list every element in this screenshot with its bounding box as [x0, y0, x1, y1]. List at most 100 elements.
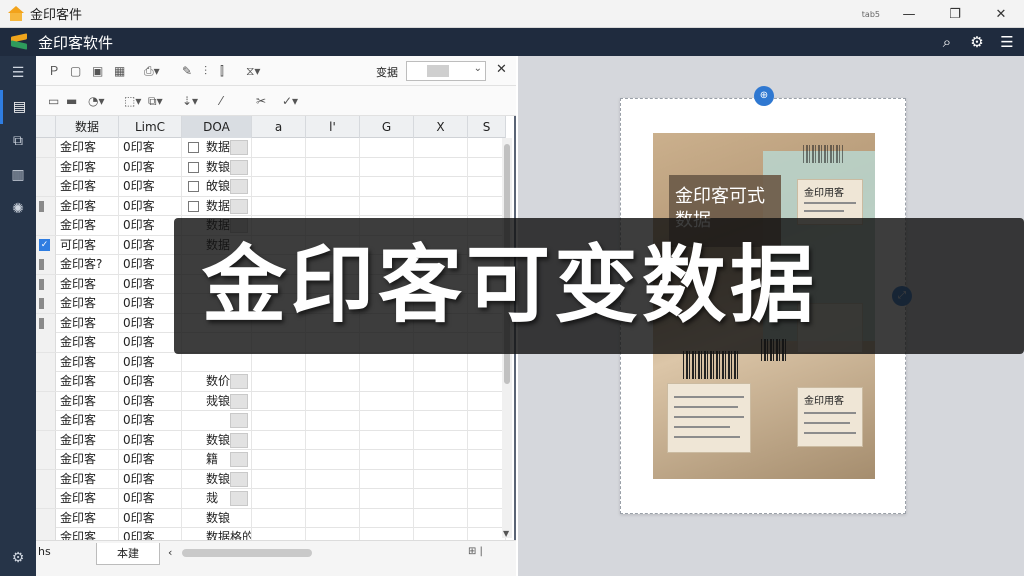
table-row[interactable]: 金印客0印客 — [36, 411, 506, 431]
column-header[interactable]: DOA — [182, 116, 252, 138]
row-selector[interactable] — [36, 196, 56, 216]
table-cell[interactable] — [252, 138, 306, 157]
table-cell[interactable]: 金印客 — [56, 391, 119, 411]
table-cell[interactable] — [252, 489, 306, 508]
color-wheel-icon[interactable]: ◔▾ — [88, 93, 105, 109]
table-cell[interactable] — [468, 411, 506, 430]
table-cell[interactable] — [360, 157, 414, 177]
row-checkbox[interactable] — [188, 200, 199, 212]
table-cell[interactable] — [306, 157, 360, 177]
table-cell[interactable] — [468, 372, 506, 391]
table-cell[interactable] — [360, 450, 414, 469]
tools-icon[interactable]: ✂ — [256, 93, 266, 109]
table-cell[interactable] — [414, 391, 468, 411]
table-cell[interactable] — [414, 352, 468, 372]
row-selector[interactable] — [36, 508, 56, 528]
table-cell[interactable] — [414, 196, 468, 216]
table-cell[interactable] — [252, 469, 306, 489]
check-icon[interactable]: ✓▾ — [282, 93, 298, 109]
row-checkbox[interactable] — [188, 181, 199, 192]
search-icon[interactable]: ⌕ — [938, 33, 956, 51]
table-cell[interactable]: 0印客 — [119, 138, 182, 157]
table-cell[interactable]: 0印客 — [119, 157, 182, 177]
table-cell[interactable] — [252, 411, 306, 430]
table-row[interactable]: 金印客 0印客 敀锒 — [36, 177, 506, 197]
table-cell[interactable] — [252, 391, 306, 411]
table-cell[interactable] — [360, 508, 414, 528]
table-cell[interactable] — [414, 138, 468, 157]
table-cell[interactable]: 金印客 — [56, 138, 119, 157]
rotate-handle-icon[interactable]: ⊕ — [754, 86, 774, 106]
row-selector[interactable] — [36, 372, 56, 391]
row-checkbox[interactable] — [188, 142, 199, 153]
close-button[interactable]: ✕ — [978, 0, 1024, 28]
table-row[interactable]: 金印客 0印客 烖锒 — [36, 391, 506, 411]
column-header[interactable]: l' — [306, 116, 360, 138]
row-selector[interactable] — [36, 294, 56, 313]
table-cell[interactable] — [306, 391, 360, 411]
sort-icon[interactable]: ⇣▾ — [182, 93, 198, 109]
table-cell[interactable]: 金印客 — [56, 333, 119, 352]
table-cell[interactable]: 0印客 — [119, 333, 182, 352]
table-cell[interactable]: 金印客 — [56, 274, 119, 294]
data-card[interactable]: 金印用客 — [797, 387, 863, 447]
fill-icon[interactable]: ▬ — [66, 93, 77, 109]
table-cell[interactable] — [468, 430, 506, 450]
table-cell[interactable] — [360, 469, 414, 489]
table-cell[interactable] — [414, 157, 468, 177]
table-cell[interactable]: 金印客 — [56, 411, 119, 430]
table-cell[interactable] — [360, 489, 414, 508]
table-cell[interactable]: 金印客? — [56, 255, 119, 274]
table-cell[interactable]: 0印客 — [119, 469, 182, 489]
column-header[interactable]: a — [252, 116, 306, 138]
horizontal-scrollbar-thumb[interactable] — [182, 549, 312, 557]
barcode-icon[interactable]: ▥ — [0, 158, 36, 192]
table-cell[interactable]: 0印客 — [119, 274, 182, 294]
table-cell[interactable]: 0印客 — [119, 352, 182, 372]
gear-icon[interactable]: ⚙ — [968, 33, 986, 51]
table-cell[interactable]: 金印客 — [56, 508, 119, 528]
table-cell[interactable] — [306, 138, 360, 157]
row-selector[interactable] — [36, 489, 56, 508]
table-cell[interactable] — [306, 469, 360, 489]
table-cell[interactable]: 0印客 — [119, 216, 182, 235]
table-cell[interactable]: 金印客 — [56, 313, 119, 333]
table-cell[interactable]: 0印客 — [119, 508, 182, 528]
column-icon[interactable]: ⫶ — [204, 63, 207, 79]
table-cell[interactable] — [468, 391, 506, 411]
column-header[interactable]: LimC — [119, 116, 182, 138]
table-cell[interactable]: 0印客 — [119, 196, 182, 216]
table-cell[interactable] — [306, 177, 360, 196]
table-cell[interactable] — [306, 411, 360, 430]
table-cell[interactable] — [306, 489, 360, 508]
close-icon[interactable]: ✕ — [496, 62, 507, 77]
gear-icon[interactable]: ⚙ — [0, 546, 36, 570]
row-selector[interactable] — [36, 157, 56, 177]
image-icon[interactable]: ▣ — [92, 63, 103, 79]
table-cell[interactable] — [468, 450, 506, 469]
table-cell[interactable] — [468, 138, 506, 157]
table-cell[interactable] — [468, 196, 506, 216]
table-cell[interactable]: 0印客 — [119, 391, 182, 411]
table-cell[interactable]: 金印客 — [56, 177, 119, 196]
row-selector[interactable] — [36, 450, 56, 469]
table-row[interactable]: 金印客 0印客籍 — [36, 450, 506, 470]
table-row[interactable]: 金印客 0印客 数锒 — [36, 430, 506, 450]
row-selector[interactable] — [36, 469, 56, 489]
table-cell[interactable]: 金印客 — [56, 372, 119, 391]
table-row[interactable]: 金印客0印客 — [36, 352, 506, 372]
row-selector[interactable] — [36, 255, 56, 274]
row-selector[interactable] — [36, 177, 56, 196]
row-selector[interactable] — [36, 333, 56, 352]
table-row[interactable]: 金印客 0印客 数锒 — [36, 157, 506, 177]
table-cell[interactable]: 0印客 — [119, 450, 182, 469]
table-cell[interactable]: 0印客 — [119, 235, 182, 255]
table-cell[interactable] — [306, 430, 360, 450]
table-cell[interactable] — [414, 508, 468, 528]
table-cell[interactable] — [414, 430, 468, 450]
table-row[interactable]: 金印客 0印客烖 — [36, 489, 506, 509]
table-cell[interactable] — [252, 372, 306, 391]
column-header[interactable]: G — [360, 116, 414, 138]
file-icon[interactable]: ▤ — [0, 90, 36, 124]
table-cell[interactable] — [252, 177, 306, 196]
